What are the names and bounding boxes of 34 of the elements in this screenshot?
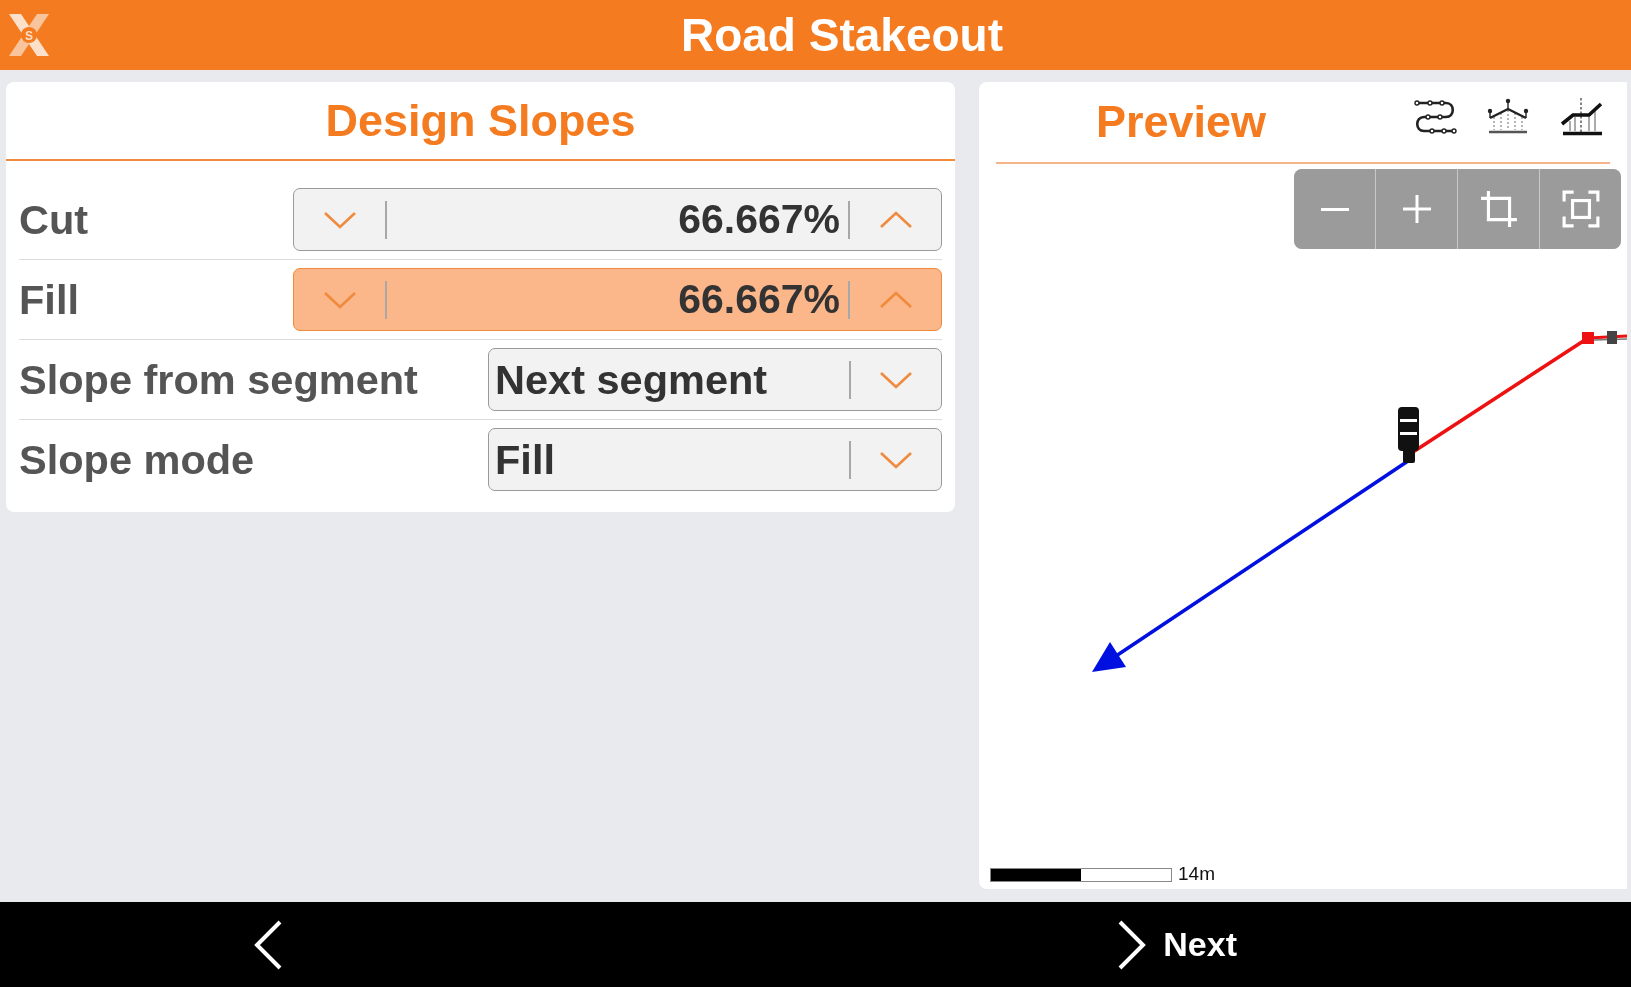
spinner-value: 66.667% — [677, 196, 841, 243]
dropdown-field[interactable]: Next segment — [488, 348, 942, 411]
slope-profile-icon[interactable] — [1558, 97, 1604, 137]
field-label: Slope from segment — [19, 356, 418, 403]
chevron-right-icon — [1117, 919, 1148, 970]
chevron-down-icon — [879, 370, 913, 389]
next-button[interactable]: Next — [1111, 915, 1243, 974]
app-title: Road Stakeout — [679, 9, 1004, 61]
field-label: Fill — [19, 276, 79, 323]
chevron-left-icon — [253, 919, 283, 970]
stake-marker-icon — [1398, 407, 1419, 463]
dropdown-field[interactable]: Fill — [488, 428, 942, 491]
zoom-in-button[interactable] — [1376, 169, 1457, 249]
dropdown-value: Next segment — [494, 356, 769, 403]
fit-to-screen-button[interactable] — [1540, 169, 1621, 249]
winding-path-icon[interactable] — [1412, 97, 1458, 137]
crop-icon — [1479, 190, 1518, 228]
panel-title: Preview — [1094, 97, 1268, 147]
panel-title: Design Slopes — [325, 95, 636, 146]
dropdown-value: Fill — [494, 436, 556, 483]
plus-icon — [1402, 195, 1431, 223]
number-spinner[interactable]: 66.667% — [293, 188, 942, 251]
chevron-down-icon — [322, 210, 357, 229]
minus-icon — [1320, 207, 1349, 211]
chevron-up-icon — [878, 210, 913, 229]
field-label: Cut — [19, 196, 89, 243]
spinner-value: 66.667% — [677, 276, 841, 323]
chevron-down-icon — [322, 290, 357, 309]
chevron-up-icon — [878, 290, 913, 309]
scale-label: 14m — [1178, 864, 1215, 885]
crop-button[interactable] — [1458, 169, 1539, 249]
field-label: Slope mode — [19, 436, 255, 483]
fit-frame-icon — [1561, 190, 1600, 228]
chevron-down-icon — [879, 450, 913, 469]
